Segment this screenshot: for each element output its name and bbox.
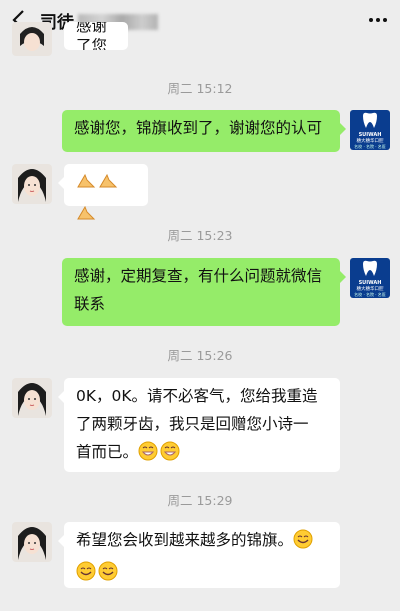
timestamp: 周二 15:29 bbox=[167, 493, 233, 508]
grin-icon bbox=[160, 441, 180, 470]
message-line: 感谢，定期复查，有什么问题就微信 bbox=[74, 267, 323, 285]
timestamp: 周二 15:23 bbox=[167, 228, 233, 243]
timestamp: 周二 15:12 bbox=[167, 81, 233, 96]
contact-avatar[interactable] bbox=[12, 378, 52, 418]
message-line: 了两颗牙齿，我只是回赠您小诗一 bbox=[76, 415, 309, 433]
smile-icon bbox=[76, 561, 96, 590]
contact-avatar[interactable] bbox=[12, 22, 52, 56]
emoji-line bbox=[76, 558, 328, 590]
contact-avatar[interactable] bbox=[12, 522, 52, 562]
message-bubble-sent[interactable]: 感谢，定期复查，有什么问题就微信 联系 bbox=[62, 258, 346, 326]
smile-icon bbox=[98, 561, 118, 590]
logo-tagline: 名校 · 名院 · 名医 bbox=[354, 144, 386, 149]
message-bubble-received[interactable]: 0K，0K。请不必客气，您给我重造 了两颗牙齿，我只是回赠您小诗一 首而已。 bbox=[58, 378, 340, 472]
logo-tagline: 名校 · 名院 · 名医 bbox=[354, 292, 386, 297]
message-line-text: 希望您会收到越来越多的锦旗。 bbox=[76, 531, 294, 549]
message-text: 感谢了您 bbox=[76, 22, 108, 50]
message-bubble-partial[interactable]: 感谢了您 bbox=[64, 22, 128, 50]
message-line: 希望您会收到越来越多的锦旗。 bbox=[76, 526, 328, 558]
contact-avatar[interactable] bbox=[12, 164, 52, 204]
message-text: 感谢您，锦旗收到了，谢谢您的认可 bbox=[74, 119, 323, 137]
grin-icon bbox=[138, 441, 158, 470]
message-line-text: 首而已。 bbox=[76, 443, 139, 461]
pray-hands-icon bbox=[98, 171, 118, 200]
message-line: 联系 bbox=[74, 295, 106, 313]
message-bubble-emoji[interactable] bbox=[58, 164, 148, 220]
pray-hands-icon bbox=[76, 171, 96, 200]
clinic-logo-avatar[interactable]: SUIWAH 穗大穗华口腔 名校 · 名院 · 名医 bbox=[350, 110, 390, 150]
more-dots-icon[interactable] bbox=[368, 12, 388, 28]
message-line: 0K，0K。请不必客气，您给我重造 bbox=[76, 387, 318, 405]
message-line-last: 首而已。 bbox=[76, 438, 328, 470]
message-bubble-received[interactable]: 希望您会收到越来越多的锦旗。 bbox=[58, 522, 340, 590]
clinic-logo-avatar[interactable]: SUIWAH 穗大穗华口腔 名校 · 名院 · 名医 bbox=[350, 258, 390, 298]
smile-icon bbox=[293, 529, 313, 558]
chat-header: 司徒 bbox=[0, 0, 400, 40]
message-bubble-sent[interactable]: 感谢您，锦旗收到了，谢谢您的认可 bbox=[62, 110, 346, 152]
timestamp: 周二 15:26 bbox=[167, 348, 233, 363]
